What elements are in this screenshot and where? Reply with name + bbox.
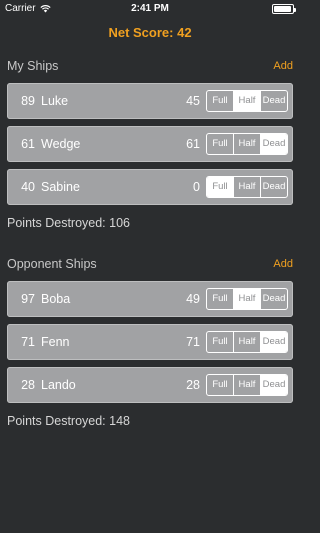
damage-segmented-control: Full Half Dead <box>206 288 288 310</box>
segment-dead[interactable]: Dead <box>260 289 287 309</box>
my-points-destroyed: Points Destroyed: 106 <box>7 216 130 230</box>
my-ships-title: My Ships <box>7 59 59 73</box>
my-ships-header: My Ships Add <box>0 56 300 76</box>
ship-points: 40 <box>21 180 35 194</box>
ship-points: 71 <box>21 335 35 349</box>
ship-points: 97 <box>21 292 35 306</box>
ship-remaining-points: 0 <box>193 180 200 194</box>
status-time: 2:41 PM <box>131 3 169 14</box>
damage-segmented-control: Full Half Dead <box>206 331 288 353</box>
ship-remaining-points: 28 <box>186 378 200 392</box>
damage-segmented-control: Full Half Dead <box>206 133 288 155</box>
ship-row[interactable]: 28 Lando 28 Full Half Dead <box>7 367 293 403</box>
segment-half[interactable]: Half <box>233 289 260 309</box>
opponent-ships-title: Opponent Ships <box>7 257 97 271</box>
damage-segmented-control: Full Half Dead <box>206 374 288 396</box>
segment-half[interactable]: Half <box>233 375 260 395</box>
ship-remaining-points: 49 <box>186 292 200 306</box>
status-bar: Carrier 2:41 PM <box>0 0 300 18</box>
ship-points: 28 <box>21 378 35 392</box>
ship-row[interactable]: 97 Boba 49 Full Half Dead <box>7 281 293 317</box>
damage-segmented-control: Full Half Dead <box>206 176 288 198</box>
my-ships-list: 89 Luke 45 Full Half Dead 61 Wedge 61 Full Half Dea… <box>0 83 300 205</box>
ship-points: 89 <box>21 94 35 108</box>
segment-full[interactable]: Full <box>207 177 233 197</box>
ship-row[interactable]: 89 Luke 45 Full Half Dead <box>7 83 293 119</box>
segment-dead[interactable]: Dead <box>260 332 287 352</box>
ship-name: Luke <box>41 94 69 108</box>
ship-name: Lando <box>41 378 76 392</box>
ship-name: Wedge <box>41 137 81 151</box>
segment-full[interactable]: Full <box>207 134 233 154</box>
segment-half[interactable]: Half <box>233 134 260 154</box>
segment-dead[interactable]: Dead <box>260 177 287 197</box>
segment-full[interactable]: Full <box>207 375 233 395</box>
ship-name: Fenn <box>41 335 70 349</box>
segment-half[interactable]: Half <box>233 332 260 352</box>
segment-full[interactable]: Full <box>207 332 233 352</box>
opponent-points-destroyed: Points Destroyed: 148 <box>7 414 130 428</box>
segment-full[interactable]: Full <box>207 289 233 309</box>
net-score: Net Score: 42 <box>108 25 192 40</box>
opponent-ships-list: 97 Boba 49 Full Half Dead 71 Fenn 71 Full Half Dead… <box>0 281 300 403</box>
ship-name: Boba <box>41 292 71 306</box>
ship-row[interactable]: 71 Fenn 71 Full Half Dead <box>7 324 293 360</box>
ship-row[interactable]: 40 Sabine 0 Full Half Dead <box>7 169 293 205</box>
segment-dead[interactable]: Dead <box>260 91 287 111</box>
segment-dead[interactable]: Dead <box>260 375 287 395</box>
my-ships-add-button[interactable]: Add <box>273 60 293 72</box>
opponent-ships-header: Opponent Ships Add <box>0 254 300 274</box>
segment-half[interactable]: Half <box>233 177 260 197</box>
opponent-ships-add-button[interactable]: Add <box>273 258 293 270</box>
segment-dead[interactable]: Dead <box>260 134 287 154</box>
ship-name: Sabine <box>41 180 80 194</box>
ship-remaining-points: 45 <box>186 94 200 108</box>
segment-full[interactable]: Full <box>207 91 233 111</box>
segment-half[interactable]: Half <box>233 91 260 111</box>
ship-remaining-points: 61 <box>186 137 200 151</box>
damage-segmented-control: Full Half Dead <box>206 90 288 112</box>
ship-remaining-points: 71 <box>186 335 200 349</box>
battery-icon <box>272 4 296 14</box>
ship-row[interactable]: 61 Wedge 61 Full Half Dead <box>7 126 293 162</box>
ship-points: 61 <box>21 137 35 151</box>
